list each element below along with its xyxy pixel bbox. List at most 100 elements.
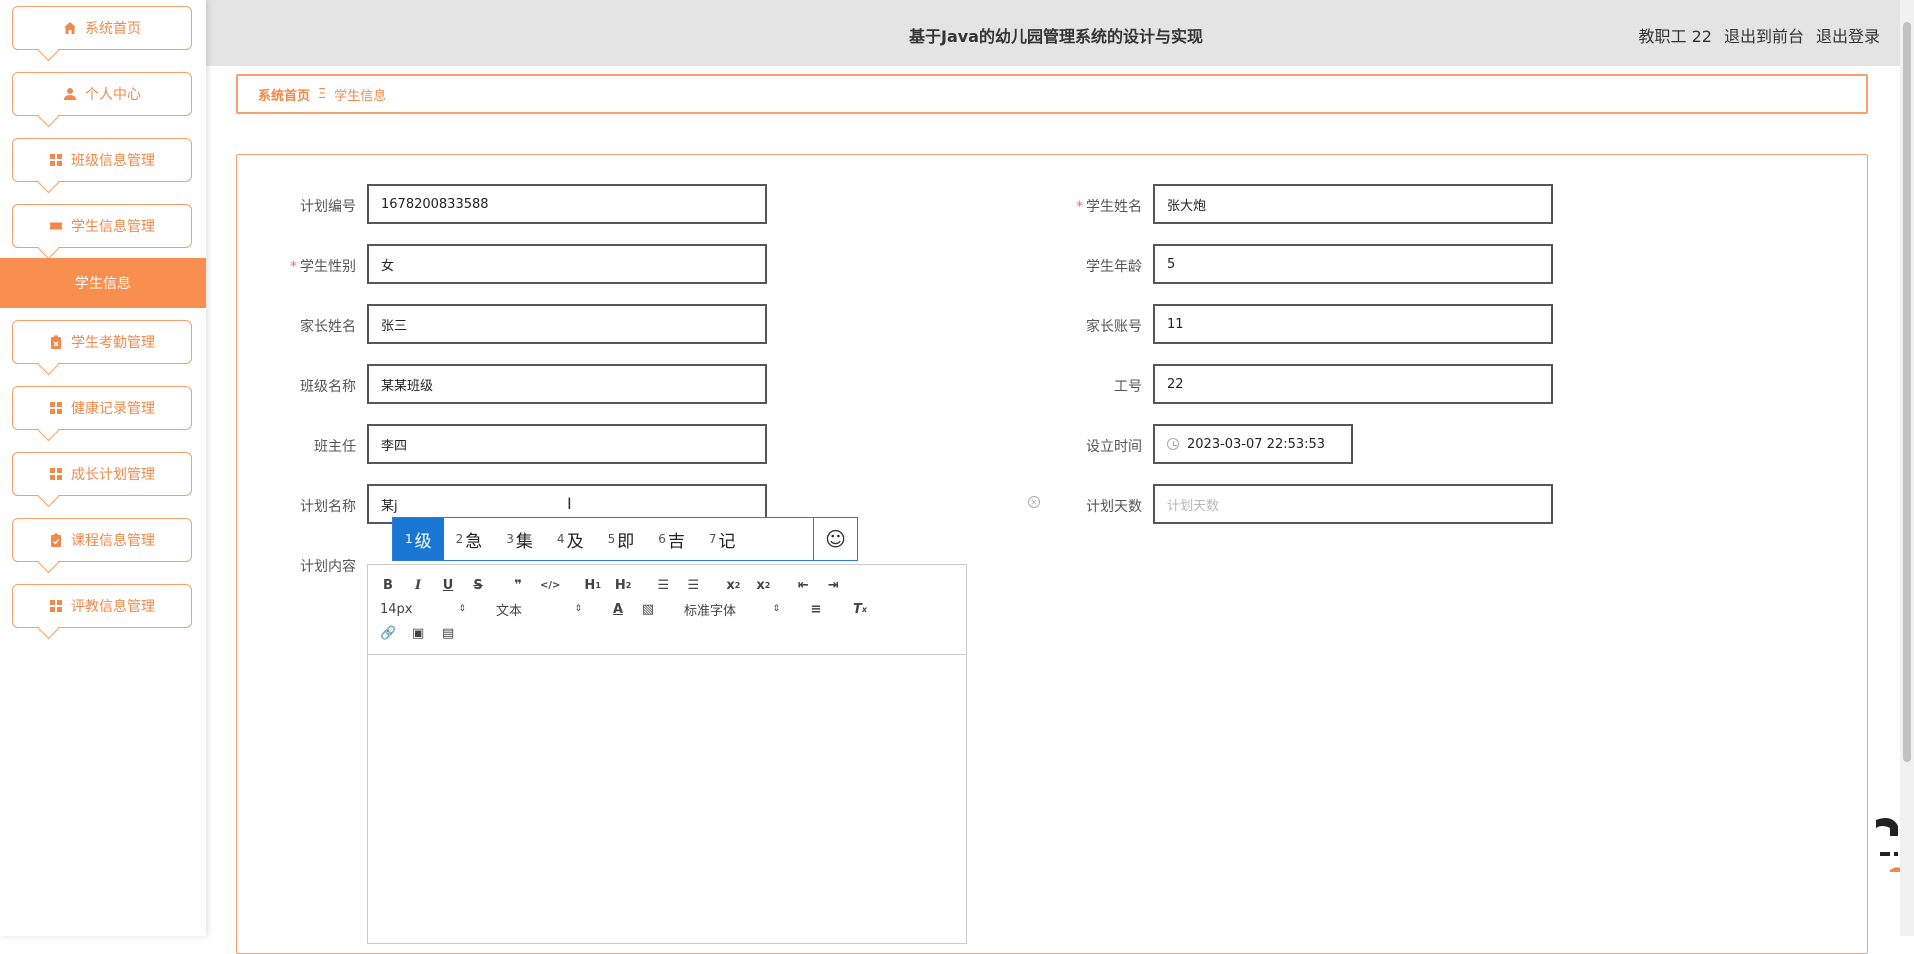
sidebar-subitem-student-info[interactable]: 学生信息	[0, 258, 206, 308]
clipboard-icon	[49, 335, 63, 349]
subscript-icon[interactable]: x2	[725, 578, 741, 593]
ime-candidate[interactable]: 3集	[494, 518, 545, 560]
heading1-icon[interactable]: H1	[584, 578, 600, 593]
sidebar-item-label: 学生信息管理	[71, 219, 155, 235]
bold-icon[interactable]: B	[380, 578, 396, 593]
ime-candidate[interactable]: 2急	[444, 518, 495, 560]
editor-content-area[interactable]	[368, 655, 966, 943]
sidebar-item-label: 评教信息管理	[71, 599, 155, 615]
strikethrough-icon[interactable]: S	[470, 578, 486, 593]
breadcrumb-separator: Ξ	[318, 86, 327, 102]
font-color-icon[interactable]: A	[610, 602, 626, 617]
ime-candidate[interactable]: 4及	[545, 518, 596, 560]
sidebar-item-label: 个人中心	[85, 87, 141, 103]
indent-icon[interactable]: ⇥	[825, 578, 841, 593]
home-icon	[63, 21, 77, 35]
heading2-icon[interactable]: H2	[615, 578, 631, 593]
ime-candidate[interactable]: 1级	[393, 518, 444, 560]
sidebar-item-label: 成长计划管理	[71, 467, 155, 483]
editor-toolbar: B I U S ❞ </> H1 H2 ☰ ☰ x2 x2 ⇤ ⇥ 14px ⇕ …	[368, 565, 966, 655]
ime-candidate[interactable]: 6吉	[646, 518, 697, 560]
breadcrumb: 系统首页 Ξ 学生信息	[236, 74, 1868, 114]
sidebar-item-course[interactable]: 课程信息管理	[12, 518, 192, 562]
sidebar-item-growth[interactable]: 成长计划管理	[12, 452, 192, 496]
emoji-icon[interactable]: ☺	[813, 518, 857, 560]
grid-icon	[49, 467, 63, 481]
top-bar: 基于Java的幼儿园管理系统的设计与实现 教职工 22 退出到前台 退出登录	[206, 0, 1910, 66]
plan-name-label: 计划名称	[300, 499, 356, 515]
scrollbar-thumb[interactable]	[1903, 22, 1911, 762]
sidebar-item-health[interactable]: 健康记录管理	[12, 386, 192, 430]
sidebar: 系统首页 个人中心 班级信息管理 学生信息管理 学生信息 学生考勤管理 健康记录…	[0, 0, 206, 936]
vertical-scrollbar[interactable]	[1900, 0, 1914, 936]
rich-text-editor: B I U S ❞ </> H1 H2 ☰ ☰ x2 x2 ⇤ ⇥ 14px ⇕ …	[367, 564, 967, 944]
font-size-select[interactable]: 14px ⇕	[380, 602, 466, 617]
floating-widget[interactable]	[1868, 812, 1900, 872]
parent-account-label: 家长账号	[1086, 319, 1142, 335]
image-icon[interactable]: ▣	[410, 626, 426, 641]
plan-days-label: 计划天数	[1086, 499, 1142, 515]
back-to-front-link[interactable]: 退出到前台	[1724, 23, 1804, 47]
sidebar-item-label: 班级信息管理	[71, 153, 155, 169]
sidebar-item-label: 课程信息管理	[71, 533, 155, 549]
breadcrumb-current: 学生信息	[334, 88, 387, 104]
superscript-icon[interactable]: x2	[755, 578, 771, 593]
sidebar-item-home[interactable]: 系统首页	[12, 6, 192, 50]
italic-icon[interactable]: I	[410, 578, 426, 593]
gender-label: * 学生性别	[290, 259, 356, 275]
sidebar-item-profile[interactable]: 个人中心	[12, 72, 192, 116]
plan-days-input[interactable]: 计划天数	[1153, 484, 1553, 524]
clock-icon	[1167, 438, 1179, 450]
ime-candidate[interactable]: 7记	[697, 518, 748, 560]
background-color-icon[interactable]: ▧	[640, 602, 656, 617]
blockquote-icon[interactable]: ❞	[510, 578, 526, 593]
set-time-label: 设立时间	[1086, 439, 1142, 455]
ordered-list-icon[interactable]: ☰	[655, 578, 671, 593]
sidebar-item-evaluation[interactable]: 评教信息管理	[12, 584, 192, 628]
sidebar-item-class[interactable]: 班级信息管理	[12, 138, 192, 182]
code-icon[interactable]: </>	[540, 580, 560, 591]
clear-format-icon[interactable]: Tx	[852, 602, 868, 617]
parent-name-input[interactable]: 张三	[367, 304, 767, 344]
ime-candidate[interactable]: 5即	[596, 518, 647, 560]
age-label: 学生年龄	[1086, 259, 1142, 275]
font-family-select[interactable]: 标准字体 ⇕	[684, 600, 780, 619]
sidebar-item-student[interactable]: 学生信息管理	[12, 204, 192, 248]
head-teacher-input[interactable]: 李四	[367, 424, 767, 464]
class-name-input[interactable]: 某某班级	[367, 364, 767, 404]
plan-no-input[interactable]: 1678200833588	[367, 184, 767, 224]
student-name-input[interactable]: 张大炮	[1153, 184, 1553, 224]
link-icon[interactable]: 🔗	[380, 626, 396, 641]
gender-input[interactable]: 女	[367, 244, 767, 284]
parent-name-label: 家长姓名	[300, 319, 356, 335]
set-time-picker[interactable]: 2023-03-07 22:53:53	[1153, 424, 1353, 464]
sidebar-item-attendance[interactable]: 学生考勤管理	[12, 320, 192, 364]
student-name-label: * 学生姓名	[1076, 199, 1142, 215]
staff-no-input[interactable]: 22	[1153, 364, 1553, 404]
sidebar-item-label: 学生考勤管理	[71, 335, 155, 351]
outdent-icon[interactable]: ⇤	[795, 578, 811, 593]
underline-icon[interactable]: U	[440, 578, 456, 593]
head-teacher-label: 班主任	[314, 439, 356, 455]
plan-no-label: 计划编号	[300, 199, 356, 215]
video-icon[interactable]: ▤	[440, 626, 456, 641]
ime-candidate-window: 1级 2急 3集 4及 5即 6吉 7记 ☺	[392, 517, 858, 561]
sidebar-item-label: 健康记录管理	[71, 401, 155, 417]
grid-icon	[49, 599, 63, 613]
breadcrumb-home[interactable]: 系统首页	[258, 85, 310, 104]
user-icon	[63, 87, 77, 101]
bullet-list-icon[interactable]: ☰	[685, 578, 701, 593]
logout-link[interactable]: 退出登录	[1816, 23, 1880, 47]
staff-no-label: 工号	[1114, 379, 1142, 395]
plan-content-label: 计划内容	[300, 559, 356, 575]
age-input[interactable]: 5	[1153, 244, 1553, 284]
sidebar-item-label: 系统首页	[85, 21, 141, 37]
header-actions: 教职工 22 退出到前台 退出登录	[1639, 23, 1880, 47]
current-user: 教职工 22	[1638, 27, 1712, 46]
align-icon[interactable]: ≡	[808, 602, 824, 617]
block-format-select[interactable]: 文本 ⇕	[496, 600, 582, 619]
parent-account-input[interactable]: 11	[1153, 304, 1553, 344]
grid-icon	[49, 401, 63, 415]
clipboard-icon	[49, 533, 63, 547]
ticket-icon	[49, 219, 63, 233]
